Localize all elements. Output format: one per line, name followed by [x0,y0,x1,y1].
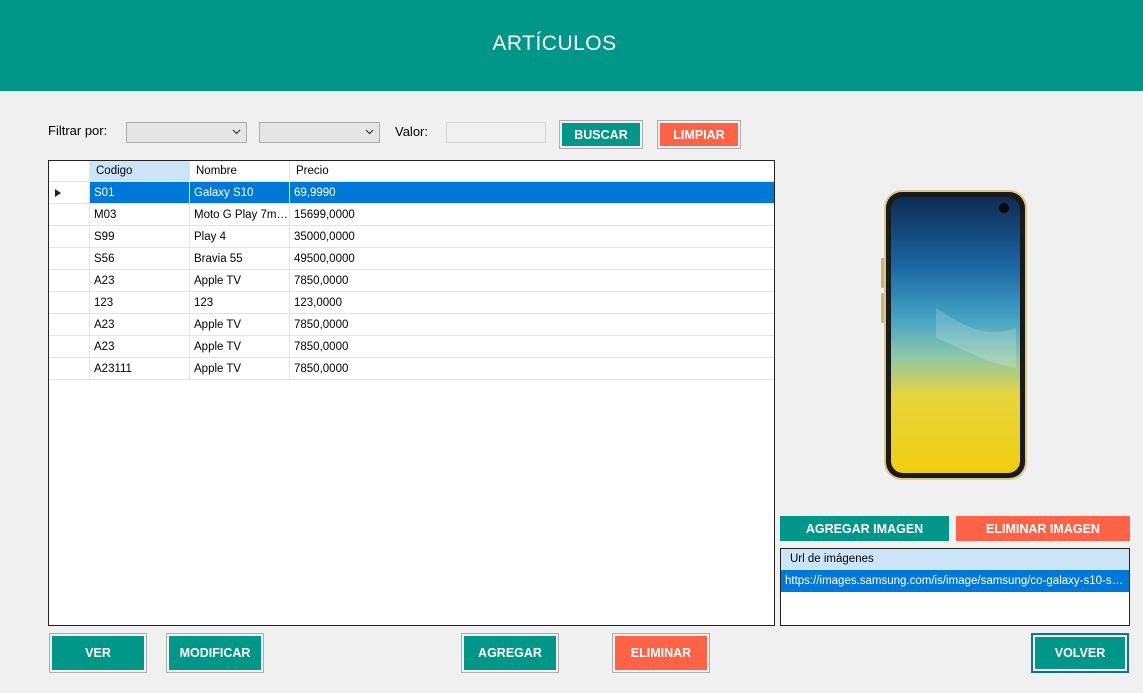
cell-precio[interactable]: 35000,0000 [290,226,774,248]
eliminar-imagen-label: ELIMINAR IMAGEN [956,516,1130,541]
eliminar-button-label: ELIMINAR [615,636,707,670]
column-header-precio[interactable]: Precio [290,161,774,182]
modificar-button-label: MODIFICAR [169,636,261,670]
cell-nombre[interactable]: Apple TV [190,270,290,292]
cell-precio[interactable]: 49500,0000 [290,248,774,270]
filter-label: Filtrar por: [48,123,108,138]
agregar-button[interactable]: AGREGAR [461,633,559,673]
page-title: ARTÍCULOS [492,32,617,55]
row-header[interactable] [49,358,90,380]
cell-nombre[interactable]: Bravia 55 [190,248,290,270]
modificar-button[interactable]: MODIFICAR [166,633,264,673]
eliminar-imagen-button[interactable]: ELIMINAR IMAGEN [956,516,1130,541]
cell-nombre[interactable]: Play 4 [190,226,290,248]
cell-precio[interactable]: 7850,0000 [290,270,774,292]
cell-codigo[interactable]: A23111 [90,358,190,380]
cell-nombre[interactable]: Apple TV [190,358,290,380]
row-header[interactable] [49,182,90,204]
title-bar: ARTÍCULOS [0,0,1143,91]
table-row[interactable]: S01 Galaxy S10 69,9990 [49,182,774,204]
eliminar-button[interactable]: ELIMINAR [612,633,710,673]
row-header[interactable] [49,226,90,248]
cell-codigo[interactable]: S01 [90,182,190,204]
volver-button-label: VOLVER [1034,636,1126,670]
ver-button[interactable]: VER [49,633,147,673]
limpiar-button-label: LIMPIAR [660,123,738,146]
row-header[interactable] [49,204,90,226]
cell-precio[interactable]: 7850,0000 [290,336,774,358]
cell-codigo[interactable]: S99 [90,226,190,248]
table-row[interactable]: S56 Bravia 55 49500,0000 [49,248,774,270]
row-header-corner [49,161,90,182]
filter-field-combo[interactable] [126,122,247,143]
cell-nombre[interactable]: Galaxy S10 [190,182,290,204]
table-row[interactable]: S99 Play 4 35000,0000 [49,226,774,248]
table-row[interactable]: A23 Apple TV 7850,0000 [49,336,774,358]
cell-precio[interactable]: 69,9990 [290,182,774,204]
buscar-button-label: BUSCAR [562,123,640,146]
current-row-arrow-icon [55,189,61,197]
grid-header: Codigo Nombre Precio [49,161,774,182]
chevron-down-icon [232,129,241,135]
url-images-grid[interactable]: Url de imágenes https://images.samsung.c… [780,548,1130,626]
row-header[interactable] [49,336,90,358]
table-row[interactable]: A23 Apple TV 7850,0000 [49,314,774,336]
table-row[interactable]: A23111 Apple TV 7850,0000 [49,358,774,380]
row-header[interactable] [49,314,90,336]
cell-nombre[interactable]: Apple TV [190,314,290,336]
url-row[interactable]: https://images.samsung.com/is/image/sams… [781,570,1129,592]
product-image [881,190,1027,480]
filter-criteria-combo[interactable] [259,122,380,143]
articles-grid[interactable]: Codigo Nombre Precio S01 Galaxy S10 69,999… [48,160,775,626]
valor-label: Valor: [395,124,428,139]
column-header-nombre[interactable]: Nombre [190,161,290,182]
cell-codigo[interactable]: 123 [90,292,190,314]
cell-precio[interactable]: 123,0000 [290,292,774,314]
agregar-button-label: AGREGAR [464,636,556,670]
limpiar-button[interactable]: LIMPIAR [657,120,741,149]
chevron-down-icon [365,129,374,135]
column-header-codigo[interactable]: Codigo [90,161,190,182]
table-row[interactable]: M03Moto G Play 7ma Ge...15699,0000 [49,204,774,226]
cell-precio[interactable]: 7850,0000 [290,314,774,336]
grid-body: S01Galaxy S1069,9990M03Moto G Play 7ma G… [49,182,774,380]
buscar-button[interactable]: BUSCAR [559,120,643,149]
row-header[interactable] [49,292,90,314]
cell-codigo[interactable]: S56 [90,248,190,270]
url-column-header[interactable]: Url de imágenes [781,549,1129,570]
ver-button-label: VER [52,636,144,670]
cell-nombre[interactable]: Apple TV [190,336,290,358]
cell-codigo[interactable]: M03 [90,204,190,226]
row-header[interactable] [49,270,90,292]
volver-button[interactable]: VOLVER [1031,633,1129,673]
cell-precio[interactable]: 7850,0000 [290,358,774,380]
cell-nombre[interactable]: Moto G Play 7ma Ge... [190,204,290,226]
cell-precio[interactable]: 15699,0000 [290,204,774,226]
agregar-imagen-button[interactable]: AGREGAR IMAGEN [780,516,949,541]
row-header[interactable] [49,248,90,270]
table-row[interactable]: 123 123 123,0000 [49,292,774,314]
cell-codigo[interactable]: A23 [90,336,190,358]
table-row[interactable]: A23 Apple TV 7850,0000 [49,270,774,292]
cell-codigo[interactable]: A23 [90,314,190,336]
agregar-imagen-label: AGREGAR IMAGEN [780,516,949,541]
valor-input[interactable] [446,122,546,143]
cell-codigo[interactable]: A23 [90,270,190,292]
cell-nombre[interactable]: 123 [190,292,290,314]
